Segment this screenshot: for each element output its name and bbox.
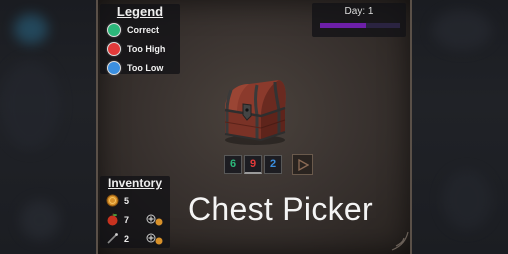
play-triangle-icon: [297, 158, 309, 171]
treasure-chest-icon[interactable]: [217, 76, 289, 146]
too-high-dot-icon: [107, 42, 121, 56]
apple-count: 7: [124, 214, 130, 225]
inventory-panel: Inventory 5 7 2: [100, 176, 170, 248]
blur-blob: [432, 10, 492, 50]
wand-count: 2: [124, 233, 130, 244]
inventory-title: Inventory: [107, 176, 162, 190]
legend-title: Legend: [116, 4, 164, 19]
inventory-item-coin[interactable]: 5: [106, 193, 129, 208]
correct-dot-icon: [107, 23, 121, 37]
legend-item-label: Too Low: [127, 63, 164, 73]
guess-digit-3[interactable]: 2: [264, 155, 282, 174]
submit-guess-button[interactable]: [292, 154, 313, 175]
guess-digit-2[interactable]: 9: [244, 155, 262, 174]
corner-ornament-icon: [391, 231, 409, 251]
inventory-item-wand[interactable]: 2: [106, 231, 129, 246]
legend-item-too-high: Too High: [107, 41, 165, 57]
too-low-dot-icon: [107, 61, 121, 75]
legend-panel: Legend Correct Too High Too Low: [100, 4, 180, 76]
legend-item-correct: Correct: [107, 22, 159, 38]
background-right: [412, 0, 508, 254]
inventory-item-apple[interactable]: 7: [106, 212, 129, 227]
blur-blob: [20, 200, 60, 240]
blur-blob: [14, 14, 48, 44]
guess-digit-1[interactable]: 6: [224, 155, 242, 174]
legend-item-label: Correct: [127, 25, 160, 35]
legend-item-too-low: Too Low: [107, 60, 163, 76]
blur-blob: [0, 60, 60, 150]
coin-count: 5: [124, 195, 130, 206]
blur-blob: [442, 170, 492, 230]
day-panel: Day: 1: [312, 3, 406, 37]
apple-icon: [107, 213, 118, 226]
day-progress-bar: [320, 23, 400, 28]
day-progress-fill: [320, 23, 367, 28]
game-title: Chest Picker: [188, 191, 373, 227]
background-left: [0, 0, 96, 254]
legend-item-label: Too High: [127, 44, 166, 54]
craft-coin-icon[interactable]: [146, 213, 164, 227]
craft-coin-icon[interactable]: [146, 232, 164, 246]
wand-icon: [107, 233, 118, 244]
day-label: Day: 1: [344, 6, 374, 17]
coin-icon: [106, 194, 119, 207]
